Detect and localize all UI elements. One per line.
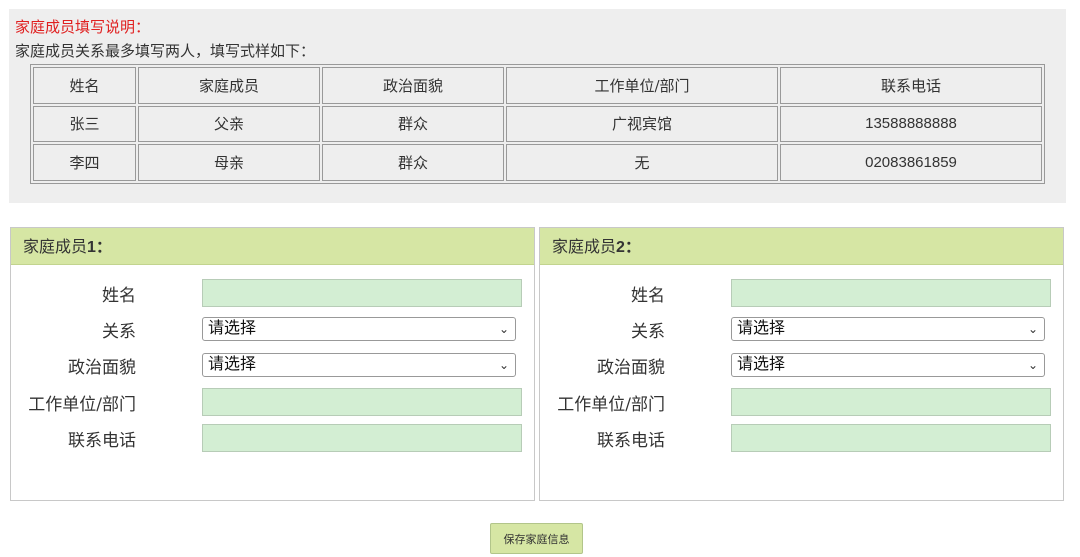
column-header-name: 姓名	[33, 67, 136, 104]
table-cell: 02083861859	[780, 144, 1042, 181]
relation-select-value: 请选择	[737, 320, 786, 337]
relation-row: 关系 请选择 ⌄	[540, 315, 1065, 343]
panel-number: 2：	[616, 239, 641, 256]
table-cell: 群众	[322, 105, 504, 143]
relation-label: 关系	[102, 322, 136, 342]
relation-select-value: 请选择	[208, 320, 257, 337]
political-row: 政治面貌 请选择 ⌄	[540, 351, 1065, 379]
relation-select[interactable]: 请选择 ⌄	[731, 317, 1045, 341]
work-label: 工作单位/部门	[557, 395, 665, 415]
phone-input[interactable]	[202, 424, 522, 452]
panel-number: 1：	[87, 239, 112, 256]
phone-row: 联系电话	[11, 424, 536, 452]
panel-header: 家庭成员1：	[11, 228, 534, 265]
column-header-phone: 联系电话	[780, 67, 1042, 104]
table-cell: 李四	[33, 144, 136, 181]
political-select[interactable]: 请选择 ⌄	[731, 353, 1045, 377]
sample-table: 姓名 家庭成员 政治面貌 工作单位/部门 联系电话 张三 父亲 群众 广视宾馆 …	[30, 64, 1045, 184]
phone-label: 联系电话	[68, 431, 136, 451]
political-select-value: 请选择	[208, 356, 257, 373]
family-member-2-panel: 家庭成员2： 姓名 关系 请选择 ⌄ 政治面貌 请选择 ⌄ 工作单位/部门 联系…	[539, 227, 1064, 501]
column-header-political-status: 政治面貌	[322, 67, 504, 104]
work-row: 工作单位/部门	[540, 388, 1065, 416]
table-cell: 张三	[33, 105, 136, 143]
table-cell: 群众	[322, 144, 504, 181]
chevron-down-icon: ⌄	[1027, 358, 1038, 372]
column-header-family-member: 家庭成员	[138, 67, 320, 104]
table-cell: 广视宾馆	[506, 105, 778, 143]
column-header-workplace: 工作单位/部门	[506, 67, 778, 104]
family-member-1-panel: 家庭成员1： 姓名 关系 请选择 ⌄ 政治面貌 请选择 ⌄ 工作单位/部门 联系…	[10, 227, 535, 501]
political-select-value: 请选择	[737, 356, 786, 373]
name-label: 姓名	[102, 286, 136, 306]
work-label: 工作单位/部门	[28, 395, 136, 415]
table-cell: 无	[506, 144, 778, 181]
name-row: 姓名	[11, 279, 536, 307]
name-input[interactable]	[731, 279, 1051, 307]
table-header-row: 姓名 家庭成员 政治面貌 工作单位/部门 联系电话	[33, 67, 1042, 104]
table-cell: 父亲	[138, 105, 320, 143]
phone-label: 联系电话	[597, 431, 665, 451]
save-family-info-button[interactable]: 保存家庭信息	[490, 523, 583, 554]
name-row: 姓名	[540, 279, 1065, 307]
table-cell: 母亲	[138, 144, 320, 181]
work-input[interactable]	[731, 388, 1051, 416]
work-row: 工作单位/部门	[11, 388, 536, 416]
name-input[interactable]	[202, 279, 522, 307]
political-select[interactable]: 请选择 ⌄	[202, 353, 516, 377]
work-input[interactable]	[202, 388, 522, 416]
panel-title: 家庭成员	[23, 237, 88, 256]
instructions-title: 家庭成员填写说明：	[15, 18, 151, 36]
instructions-text: 家庭成员关系最多填写两人，填写式样如下：	[15, 42, 316, 60]
panel-header: 家庭成员2：	[540, 228, 1063, 265]
instructions-box: 家庭成员填写说明： 家庭成员关系最多填写两人，填写式样如下： 姓名 家庭成员 政…	[9, 9, 1066, 203]
table-cell: 13588888888	[780, 105, 1042, 143]
chevron-down-icon: ⌄	[1027, 322, 1038, 336]
relation-select[interactable]: 请选择 ⌄	[202, 317, 516, 341]
chevron-down-icon: ⌄	[498, 322, 509, 336]
political-row: 政治面貌 请选择 ⌄	[11, 351, 536, 379]
name-label: 姓名	[631, 286, 665, 306]
relation-label: 关系	[631, 322, 665, 342]
political-label: 政治面貌	[68, 358, 136, 378]
table-row: 张三 父亲 群众 广视宾馆 13588888888	[33, 105, 1042, 143]
panel-title: 家庭成员	[552, 237, 617, 256]
political-label: 政治面貌	[597, 358, 665, 378]
phone-row: 联系电话	[540, 424, 1065, 452]
relation-row: 关系 请选择 ⌄	[11, 315, 536, 343]
chevron-down-icon: ⌄	[498, 358, 509, 372]
table-row: 李四 母亲 群众 无 02083861859	[33, 144, 1042, 181]
phone-input[interactable]	[731, 424, 1051, 452]
